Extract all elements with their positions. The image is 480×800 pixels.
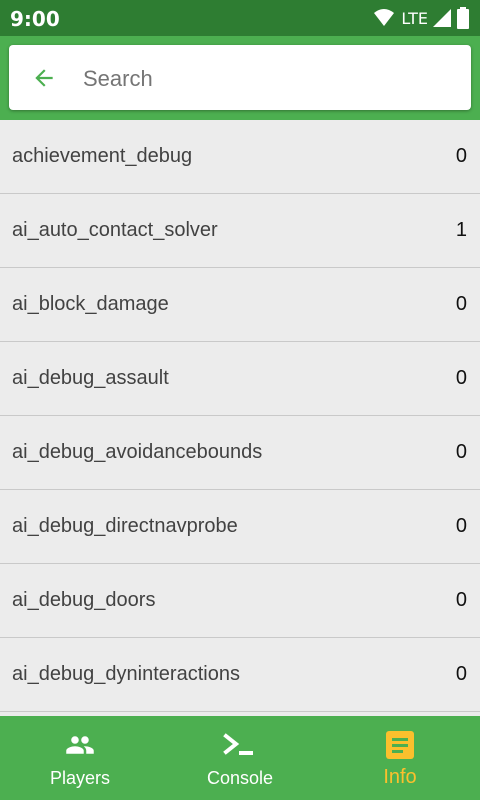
variable-value: 0	[455, 515, 467, 537]
variable-name: ai_auto_contact_solver	[12, 219, 218, 241]
variable-name: ai_debug_doors	[12, 589, 156, 611]
list-item[interactable]: ai_debug_doors 0	[0, 564, 480, 638]
variable-name: achievement_debug	[12, 145, 193, 167]
bottom-navigation: Players Console Info	[0, 716, 480, 800]
list-item[interactable]: ai_debug_assault 0	[0, 342, 480, 416]
search-box[interactable]	[9, 45, 471, 110]
variable-name: ai_debug_assault	[12, 367, 169, 389]
nav-label: Info	[383, 766, 417, 788]
nav-players[interactable]: Players	[0, 716, 160, 800]
list-item[interactable]: ai_debug_dyninteractions 0	[0, 638, 480, 712]
variable-value: 0	[455, 367, 467, 389]
variable-value: 0	[455, 663, 467, 685]
list-item[interactable]: ai_block_damage 0	[0, 268, 480, 342]
variable-value: 0	[455, 589, 467, 611]
notes-icon	[386, 731, 414, 759]
status-time: 9:00	[10, 7, 60, 31]
arrow-back-icon[interactable]	[31, 65, 57, 91]
wifi-icon	[374, 9, 395, 26]
variable-name: ai_debug_avoidancebounds	[12, 441, 263, 463]
nav-info[interactable]: Info	[320, 716, 480, 800]
terminal-icon	[223, 733, 253, 755]
nav-console[interactable]: Console	[160, 716, 320, 800]
nav-label: Console	[206, 768, 274, 788]
people-icon	[66, 736, 94, 754]
variable-name: ai_debug_directnavprobe	[12, 515, 238, 537]
battery-icon	[457, 7, 469, 29]
variable-value: 0	[455, 293, 467, 315]
variable-value: 1	[455, 219, 467, 241]
list-item[interactable]: ai_debug_directnavprobe 0	[0, 490, 480, 564]
status-bar: 9:00 LTE	[0, 0, 480, 36]
list-item[interactable]: ai_auto_contact_solver 1	[0, 194, 480, 268]
cell-signal-icon	[433, 9, 451, 27]
list-item[interactable]: ai_debug_avoidancebounds 0	[0, 416, 480, 490]
variable-value: 0	[455, 145, 467, 167]
list-item[interactable]: achievement_debug 0	[0, 120, 480, 194]
variable-name: ai_block_damage	[12, 293, 169, 315]
search-input[interactable]	[81, 59, 455, 99]
search-bar	[0, 36, 480, 120]
status-icons: LTE	[373, 7, 470, 29]
network-type: LTE	[401, 8, 428, 28]
variable-value: 0	[455, 441, 467, 463]
variable-name: ai_debug_dyninteractions	[12, 663, 240, 685]
nav-label: Players	[49, 768, 111, 788]
variable-list: achievement_debug 0 ai_auto_contact_solv…	[0, 120, 480, 716]
